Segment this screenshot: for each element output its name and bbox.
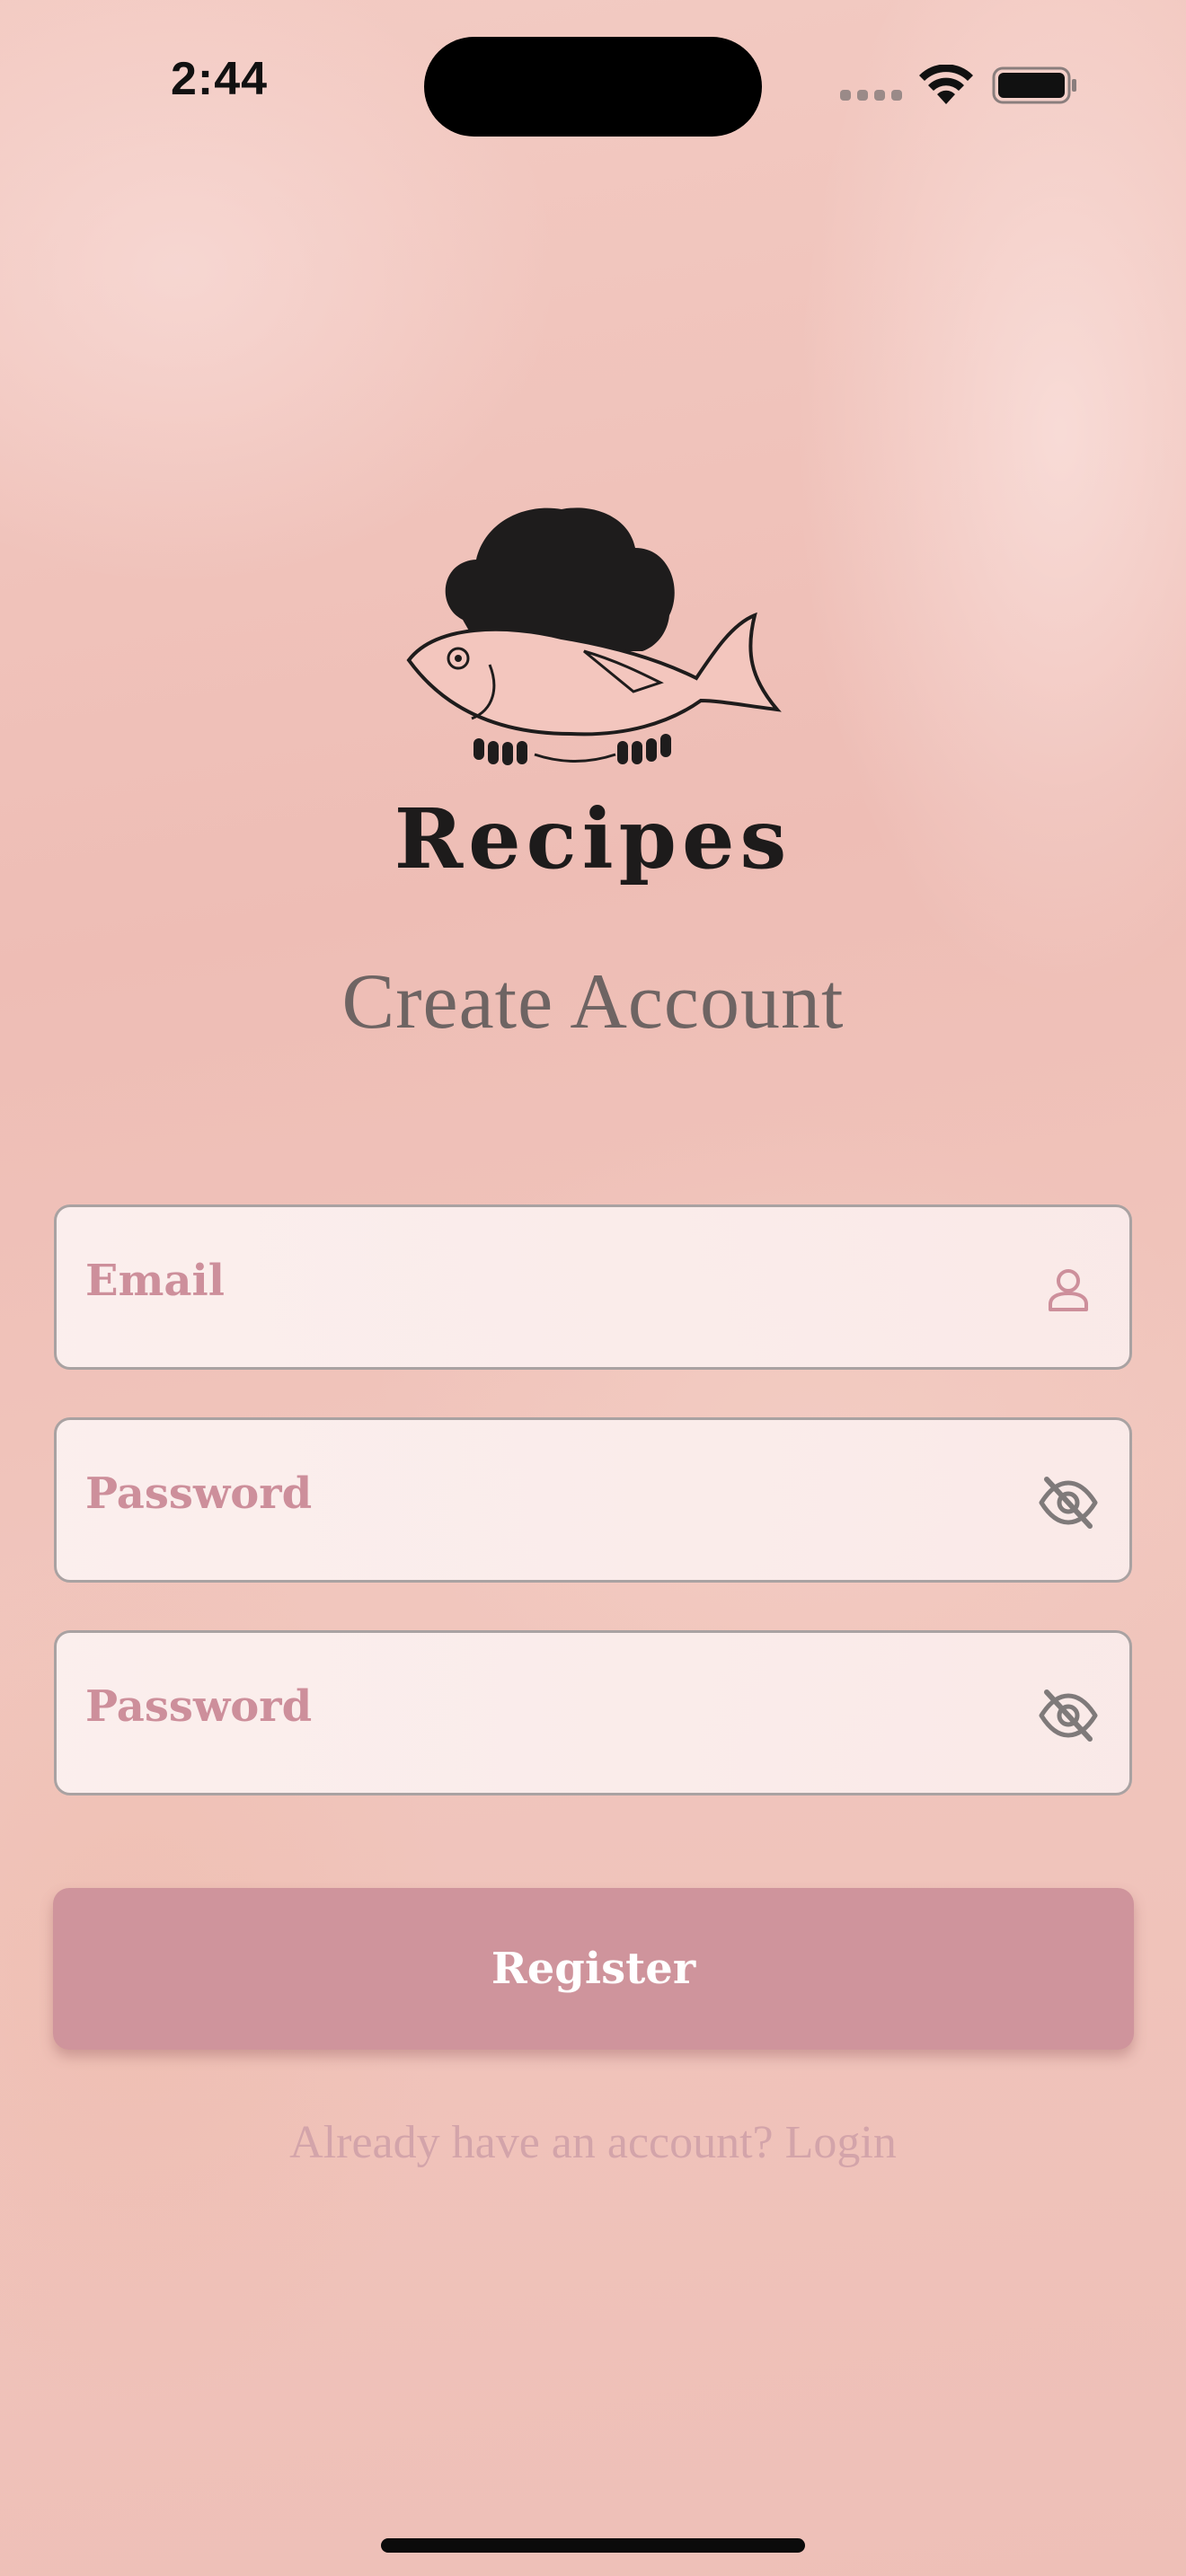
status-bar: 2:44 bbox=[0, 0, 1186, 171]
password-field[interactable]: Password bbox=[54, 1417, 1132, 1583]
register-button[interactable]: Register bbox=[53, 1888, 1134, 2050]
battery-icon bbox=[992, 66, 1076, 104]
status-time: 2:44 bbox=[171, 53, 269, 105]
email-field[interactable]: Email bbox=[54, 1204, 1132, 1370]
home-indicator[interactable] bbox=[381, 2538, 805, 2553]
page-title: Create Account bbox=[341, 958, 845, 1045]
brand-name: Recipes bbox=[394, 790, 792, 887]
dynamic-island bbox=[424, 37, 762, 137]
eye-off-icon[interactable] bbox=[1038, 1685, 1099, 1746]
chef-hat-fish-icon bbox=[406, 507, 782, 765]
confirm-password-field[interactable]: Password bbox=[54, 1630, 1132, 1795]
email-placeholder: Email bbox=[85, 1256, 225, 1306]
eye-off-icon[interactable] bbox=[1038, 1472, 1099, 1533]
password-placeholder: Password bbox=[85, 1469, 313, 1519]
cellular-signal-icon bbox=[840, 90, 903, 102]
user-icon bbox=[1049, 1269, 1088, 1311]
confirm-password-placeholder: Password bbox=[85, 1681, 313, 1732]
register-button-label: Register bbox=[491, 1944, 696, 1994]
wifi-icon bbox=[919, 65, 973, 104]
login-link[interactable]: Already have an account? Login bbox=[144, 2116, 1042, 2169]
